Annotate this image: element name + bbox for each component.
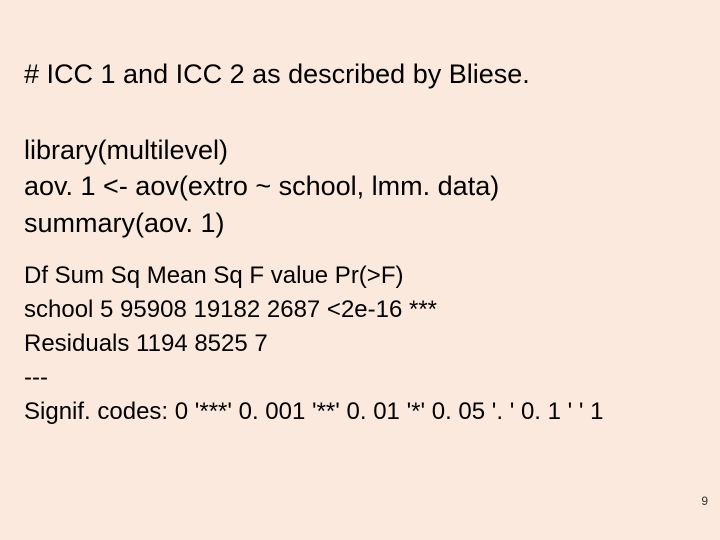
output-block: Df Sum Sq Mean Sq F value Pr(>F) school … <box>24 259 696 429</box>
output-line: Residuals 1194 8525 7 <box>24 327 696 361</box>
slide-title: # ICC 1 and ICC 2 as described by Bliese… <box>24 58 696 92</box>
page-number: 9 <box>701 494 708 508</box>
slide: # ICC 1 and ICC 2 as described by Bliese… <box>0 0 720 540</box>
code-line: aov. 1 <- aov(extro ~ school, lmm. data) <box>24 168 696 204</box>
code-line: library(multilevel) <box>24 132 696 168</box>
code-block: library(multilevel) aov. 1 <- aov(extro … <box>24 132 696 241</box>
code-line: summary(aov. 1) <box>24 205 696 241</box>
output-line: Signif. codes: 0 '***' 0. 001 '**' 0. 01… <box>24 395 696 429</box>
output-line: Df Sum Sq Mean Sq F value Pr(>F) <box>24 259 696 293</box>
output-line: --- <box>24 361 696 395</box>
output-line: school 5 95908 19182 2687 <2e-16 *** <box>24 293 696 327</box>
